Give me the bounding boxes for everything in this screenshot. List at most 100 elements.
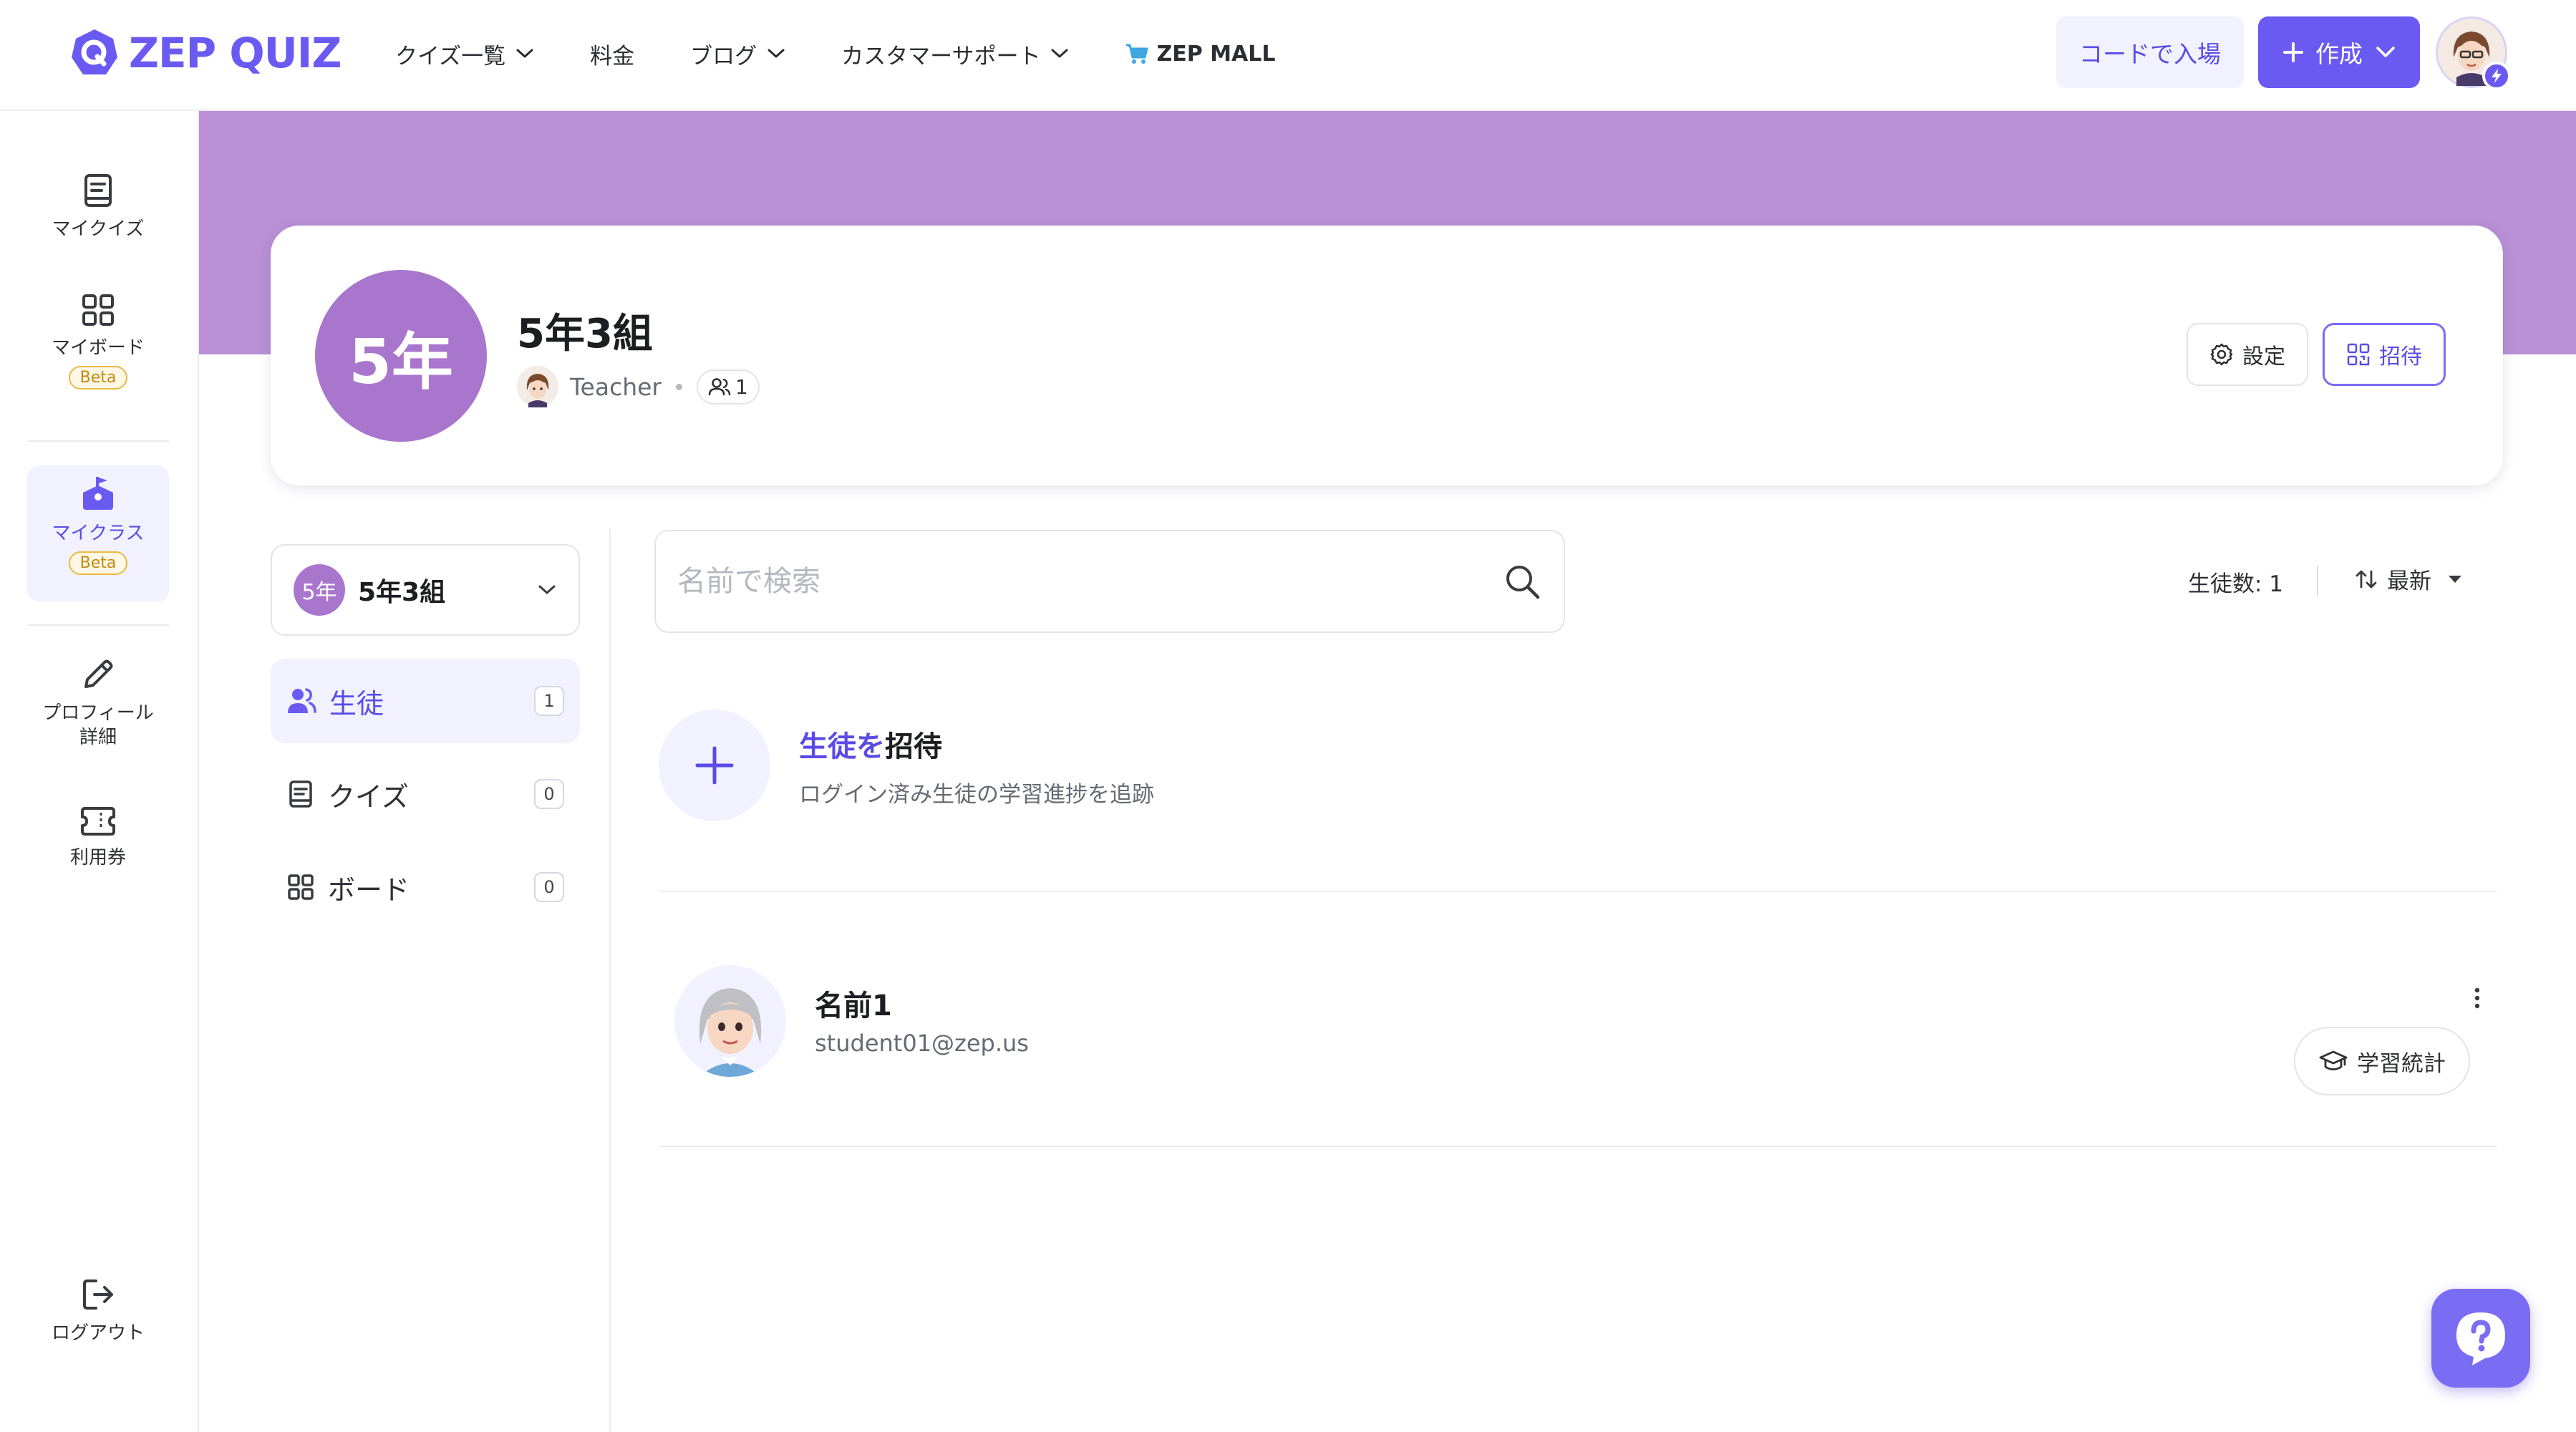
sidebar-item-profile[interactable]: プロフィール 詳細 [27, 657, 169, 750]
nav-pricing-label: 料金 [590, 43, 635, 69]
class-title: 5年3組 [517, 311, 653, 357]
add-student-button[interactable] [659, 710, 770, 821]
profile-label-line1: プロフィール [42, 702, 154, 724]
help-button[interactable] [2431, 1289, 2530, 1388]
sidebar-item-label: 利用券 [69, 847, 126, 869]
invite-text: 生徒を招待 ログイン済み生徒の学習進捗を追跡 [799, 723, 1154, 808]
nav-support[interactable]: カスタマーサポート [841, 38, 1069, 70]
sidebar-item-label: マイボード [51, 337, 145, 359]
nav-zep-mall[interactable]: ZEP MALL [1125, 42, 1275, 67]
tab-boards-label: ボード [328, 874, 410, 906]
chevron-down-icon [767, 48, 785, 59]
row-divider [659, 891, 2497, 892]
tab-quizzes[interactable]: クイズ 0 [271, 752, 580, 836]
lightning-badge-icon [2482, 62, 2511, 90]
logo-icon [69, 27, 120, 79]
settings-button[interactable]: 設定 [2187, 323, 2308, 386]
help-chat-icon [2456, 1312, 2505, 1365]
plus-icon [695, 746, 734, 785]
user-avatar[interactable] [2436, 16, 2511, 90]
student-count: 生徒数: 1 [2188, 571, 2284, 597]
panel-divider [609, 528, 611, 1432]
students-icon [286, 687, 316, 715]
code-entry-button[interactable]: コードで入場 [2056, 16, 2244, 88]
classroom-icon [79, 475, 117, 513]
tab-boards-count: 0 [534, 872, 564, 902]
quiz-book-icon [286, 779, 315, 809]
search-input[interactable] [677, 565, 1502, 598]
create-button[interactable]: 作成 [2258, 16, 2420, 88]
nav-blog-label: ブログ [690, 43, 757, 69]
sidebar-item-logout[interactable]: ログアウト [27, 1277, 169, 1345]
class-meta: Teacher 1 [517, 366, 760, 407]
gear-icon [2210, 343, 2233, 366]
sidebar-divider [27, 624, 169, 626]
cart-icon [1125, 43, 1149, 64]
logo-text: ZEP QUIZ [129, 29, 342, 77]
count-separator [2317, 566, 2318, 596]
nav-pricing[interactable]: 料金 [590, 38, 634, 70]
invite-students-row[interactable]: 生徒を招待 ログイン済み生徒の学習進捗を追跡 [659, 702, 2499, 829]
sidebar-item-my-quiz[interactable]: マイクイズ [27, 173, 169, 241]
chevron-down-icon [1050, 48, 1069, 59]
tab-students-label: 生徒 [329, 687, 384, 720]
chevron-down-icon [537, 584, 557, 596]
student-avatar [674, 965, 786, 1077]
nav-quiz-list-label: クイズ一覧 [395, 43, 506, 69]
student-search [654, 530, 1565, 633]
invite-subtitle: ログイン済み生徒の学習進捗を追跡 [799, 781, 1154, 808]
sidebar-item-my-board[interactable]: マイボード Beta [27, 293, 169, 390]
sidebar-item-my-class[interactable]: マイクラス Beta [27, 465, 169, 601]
ticket-icon [79, 806, 117, 837]
sidebar-divider [27, 440, 169, 442]
sidebar-item-label: マイクイズ [52, 218, 145, 240]
more-options-icon[interactable] [2463, 982, 2492, 1014]
sort-label: 最新 [2387, 569, 2431, 594]
chevron-down-icon [2376, 46, 2396, 59]
teacher-name: Teacher [570, 372, 662, 401]
class-selector-badge: 5年 [294, 564, 345, 616]
header-actions: コードで入場 作成 [2056, 16, 2511, 90]
nav-zep-mall-label: ZEP MALL [1156, 41, 1276, 67]
tab-students[interactable]: 生徒 1 [271, 659, 580, 743]
table-row: 名前1 student01@zep.us 学習統計 [659, 959, 2480, 1095]
search-icon[interactable] [1502, 561, 1542, 601]
sidebar-item-label: マイクラス [52, 523, 145, 544]
qr-code-icon [2347, 343, 2370, 366]
member-count: 1 [735, 374, 748, 399]
users-icon [708, 378, 731, 396]
beta-badge: Beta [68, 366, 128, 390]
settings-label: 設定 [2242, 344, 2285, 369]
class-actions: 設定 招待 [2187, 323, 2446, 386]
sort-dropdown[interactable]: 最新 [2354, 563, 2463, 595]
chevron-down-icon [515, 48, 534, 59]
sidebar-item-label: ログアウト [51, 1322, 145, 1344]
tab-quizzes-count: 0 [534, 779, 564, 809]
teacher-avatar [517, 366, 558, 407]
class-selector[interactable]: 5年 5年3組 [271, 544, 580, 636]
invite-label: 招待 [2379, 344, 2422, 369]
invite-title: 生徒を招待 [799, 723, 1154, 765]
student-name: 名前1 [815, 990, 892, 1022]
member-count-badge: 1 [697, 369, 760, 405]
sidebar-item-label: プロフィール 詳細 [42, 701, 153, 750]
tab-students-count: 1 [534, 686, 564, 716]
nav-quiz-list[interactable]: クイズ一覧 [395, 38, 534, 70]
learning-stats-button[interactable]: 学習統計 [2294, 1027, 2470, 1095]
nav-support-label: カスタマーサポート [841, 43, 1041, 69]
invite-button[interactable]: 招待 [2323, 323, 2446, 386]
create-button-label: 作成 [2315, 40, 2363, 68]
pencil-icon [80, 657, 116, 692]
zep-quiz-logo[interactable]: ZEP QUIZ [69, 24, 342, 82]
class-badge: 5年 [315, 270, 487, 442]
plus-icon [2282, 42, 2304, 63]
meta-separator [676, 383, 683, 390]
invite-title-rest: 招待 [885, 730, 942, 763]
tab-boards[interactable]: ボード 0 [271, 845, 580, 929]
sidebar-item-tickets[interactable]: 利用券 [27, 806, 169, 870]
top-header: ZEP QUIZ クイズ一覧 料金 ブログ カスタマーサポート ZEP MALL… [0, 0, 2576, 111]
main-nav: クイズ一覧 料金 ブログ カスタマーサポート ZEP MALL [395, 0, 1331, 107]
nav-blog[interactable]: ブログ [690, 38, 785, 70]
student-email: student01@zep.us [815, 1030, 1029, 1057]
quiz-book-icon [82, 173, 115, 208]
